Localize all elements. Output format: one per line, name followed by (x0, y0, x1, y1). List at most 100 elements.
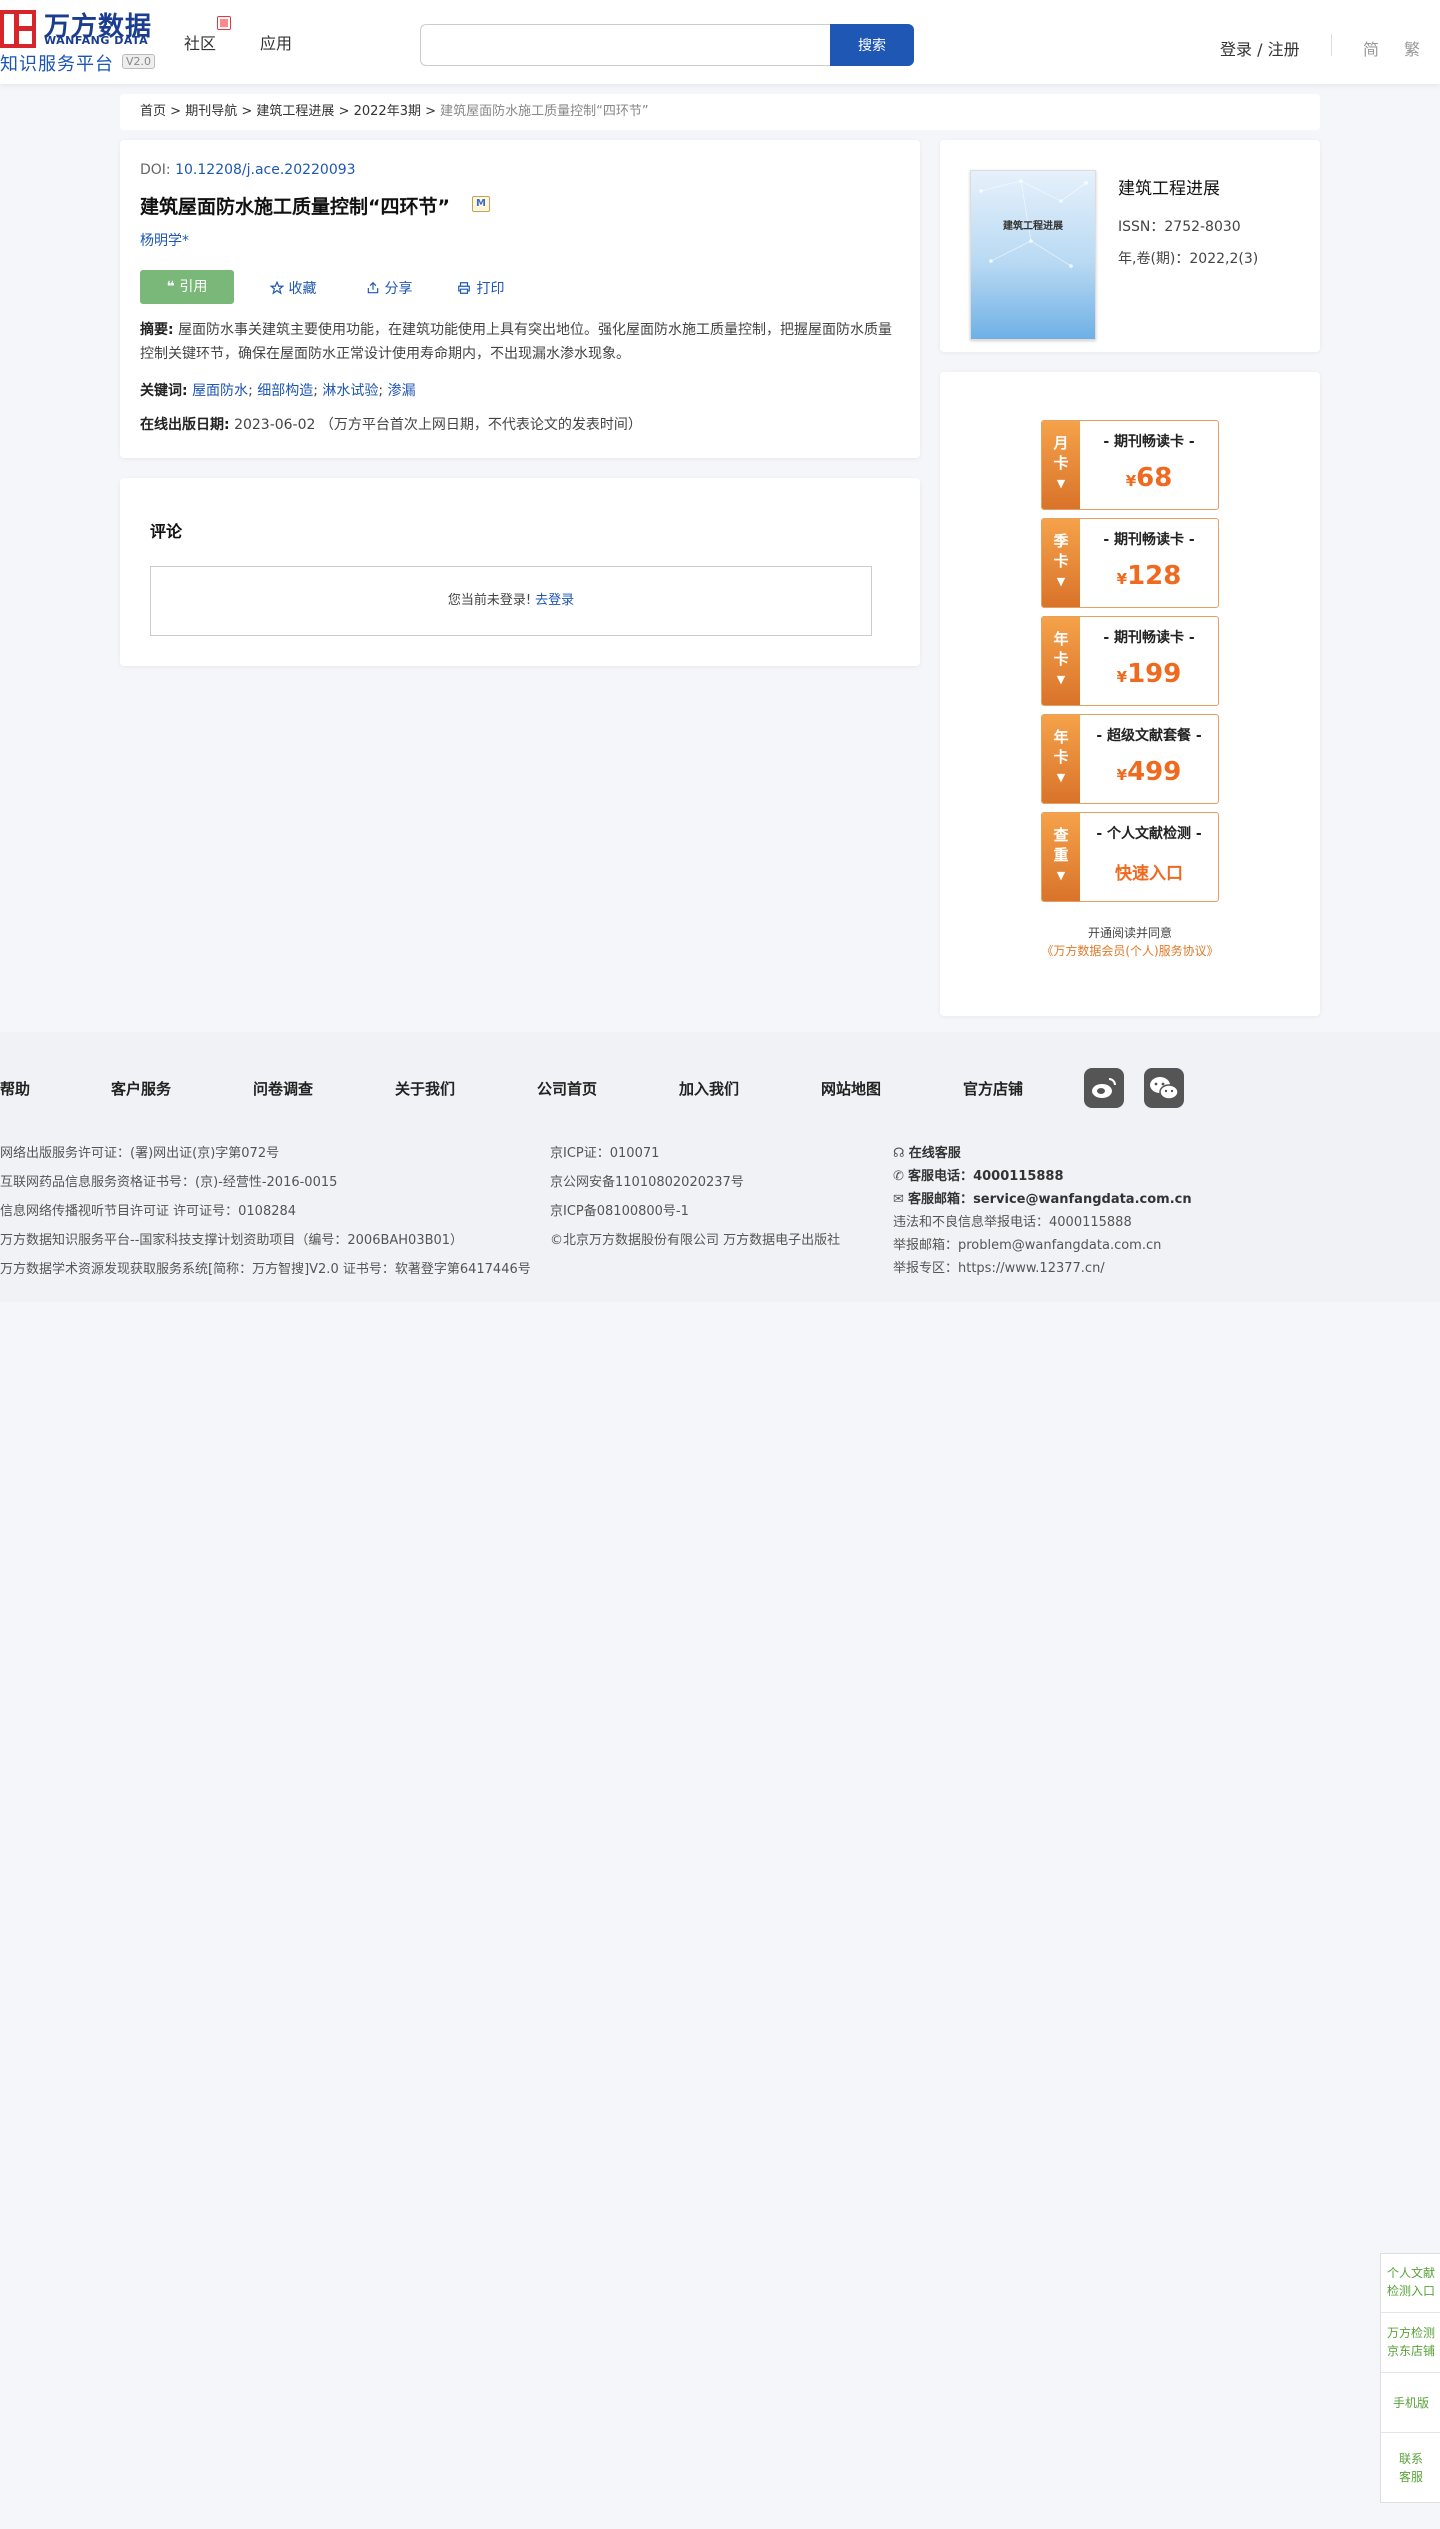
license-text: 万方数据学术资源发现获取服务系统[简称：万方智搜]V2.0 证书号：软著登字第6… (0, 1262, 531, 1277)
star-icon (269, 280, 285, 295)
price-value: 68 (1136, 463, 1173, 493)
breadcrumb-current: 建筑屋面防水施工质量控制“四环节” (440, 104, 649, 119)
keyword-sep: ; (248, 383, 253, 399)
card-side: 年卡 ▼ (1042, 617, 1080, 705)
float-label-line: 检测入口 (1386, 2284, 1435, 2298)
card-name: - 期刊畅读卡 - (1103, 630, 1195, 646)
footer-link-about[interactable]: 关于我们 (395, 1078, 455, 1099)
lang-traditional[interactable]: 繁 (1404, 36, 1420, 60)
doi-label: DOI: (140, 162, 171, 178)
card-price: ¥68 (1080, 463, 1218, 493)
icp-record-link[interactable]: 京ICP备08100800号-1 (550, 1200, 689, 1219)
card-name: - 期刊畅读卡 - (1103, 434, 1195, 450)
float-label-line: 万方检测 (1386, 2326, 1435, 2340)
author-link[interactable]: 杨明学* (140, 230, 189, 250)
card-super-package[interactable]: 年卡 ▼ - 超级文献套餐 - ¥499 (1041, 714, 1219, 804)
footer-link-service[interactable]: 客户服务 (111, 1078, 171, 1099)
card-side-label: 季卡 (1053, 532, 1069, 570)
currency-symbol: ¥ (1116, 766, 1128, 784)
wanfang-logo-icon (0, 10, 36, 48)
mail-icon: ✉ (893, 1192, 904, 1207)
email-label: 客服邮箱： (908, 1192, 974, 1207)
float-mobile-version[interactable]: 手机版 (1381, 2394, 1440, 2412)
footer-link-company[interactable]: 公司首页 (537, 1078, 597, 1099)
lang-simplified[interactable]: 简 (1363, 36, 1379, 60)
card-plagiarism-check[interactable]: 查重 ▼ - 个人文献检测 - 快速入口 (1041, 812, 1219, 902)
cite-button[interactable]: ❝ 引用 (140, 270, 234, 304)
footer: 帮助 客户服务 问卷调查 关于我们 公司首页 加入我们 网站地图 官方店铺 网络… (0, 1032, 1440, 1302)
float-jd-store[interactable]: 万方检测 京东店铺 (1381, 2324, 1440, 2360)
float-plagiarism-entry[interactable]: 个人文献 检测入口 (1381, 2264, 1440, 2300)
version-badge: V2.0 (122, 54, 156, 69)
not-logged-text: 您当前未登录! (447, 593, 532, 608)
quick-entry: 快速入口 (1115, 864, 1183, 884)
membership-panel: 月卡 ▼ - 期刊畅读卡 - ¥68 季卡 ▼ - 期刊畅读卡 - ¥128 年卡 ▼… (940, 372, 1320, 1016)
breadcrumb-separator: > (338, 104, 350, 119)
float-divider (1381, 2432, 1440, 2433)
keyword-link[interactable]: 屋面防水 (192, 383, 248, 399)
comment-panel: 评论 您当前未登录! 去登录 (120, 478, 920, 666)
card-price: ¥499 (1080, 757, 1218, 787)
search-input[interactable] (420, 24, 830, 66)
top-header: 万方数据 WANFANG DATA 知识服务平台 V2.0 社区 应用 搜索 登… (0, 0, 1440, 84)
doi-link[interactable]: 10.12208/j.ace.20220093 (175, 162, 355, 178)
card-name: - 超级文献套餐 - (1096, 728, 1202, 744)
footer-link-sitemap[interactable]: 网站地图 (821, 1078, 881, 1099)
journal-volume: 年,卷(期)：2022,2(3) (1118, 251, 1259, 267)
float-contact-service[interactable]: 联系 客服 (1381, 2450, 1440, 2486)
journal-name[interactable]: 建筑工程进展 (1118, 174, 1220, 199)
footer-link-join[interactable]: 加入我们 (679, 1078, 739, 1099)
search-button[interactable]: 搜索 (830, 24, 914, 66)
agreement-link[interactable]: 《万方数据会员(个人)服务协议》 (940, 942, 1320, 959)
nav-community[interactable]: 社区 (184, 30, 216, 54)
keyword-link[interactable]: 渗漏 (388, 383, 416, 399)
footer-link-survey[interactable]: 问卷调查 (253, 1078, 313, 1099)
breadcrumb: 首页 > 期刊导航 > 建筑工程进展 > 2022年3期 > 建筑屋面防水施工质… (120, 94, 1320, 130)
print-button[interactable]: 打印 (456, 278, 504, 298)
favorite-button[interactable]: 收藏 (269, 278, 317, 298)
footer-link-store[interactable]: 官方店铺 (963, 1078, 1023, 1099)
card-side: 季卡 ▼ (1042, 519, 1080, 607)
keyword-link[interactable]: 淋水试验 (322, 383, 378, 399)
go-login-link[interactable]: 去登录 (535, 593, 574, 608)
floating-sidebar: 个人文献 检测入口 万方检测 京东店铺 手机版 联系 客服 (1380, 2253, 1440, 2503)
float-label-line: 京东店铺 (1386, 2344, 1435, 2358)
online-service-link[interactable]: ☊ 在线客服 (893, 1142, 961, 1161)
card-name: - 个人文献检测 - (1096, 826, 1202, 842)
wanfang-logo[interactable]: 万方数据 WANFANG DATA 知识服务平台 V2.0 (0, 6, 160, 75)
double-arrow-down-icon: ▼ (1056, 771, 1066, 784)
breadcrumb-journals[interactable]: 期刊导航 (185, 104, 237, 119)
weibo-icon[interactable] (1084, 1068, 1124, 1108)
email-value: service@wanfangdata.com.cn (973, 1192, 1192, 1207)
metadata-icon[interactable]: M (472, 196, 490, 212)
login-register-link[interactable]: 登录 / 注册 (1220, 36, 1300, 60)
nav-apps[interactable]: 应用 (260, 30, 292, 54)
float-divider (1381, 2312, 1440, 2313)
float-label-line: 联系 (1398, 2452, 1423, 2466)
report-zone-link[interactable]: 举报专区：https://www.12377.cn/ (893, 1257, 1105, 1276)
footer-link-help[interactable]: 帮助 (0, 1078, 30, 1099)
card-yearly[interactable]: 年卡 ▼ - 期刊畅读卡 - ¥199 (1041, 616, 1219, 706)
license-text: 万方数据知识服务平台--国家科技支撑计划资助项目（编号：2006BAH03B01… (0, 1233, 464, 1248)
journal-cover[interactable]: 建筑工程进展 (970, 170, 1096, 340)
icp-link[interactable]: 京ICP证：010071 (550, 1142, 659, 1161)
card-quarterly[interactable]: 季卡 ▼ - 期刊畅读卡 - ¥128 (1041, 518, 1219, 608)
card-price: ¥128 (1080, 561, 1218, 591)
abstract-text: 屋面防水事关建筑主要使用功能，在建筑功能使用上具有突出地位。强化屋面防水施工质量… (140, 322, 893, 362)
breadcrumb-home[interactable]: 首页 (140, 104, 166, 119)
wechat-icon[interactable] (1144, 1068, 1184, 1108)
keyword-link[interactable]: 细部构造 (257, 383, 313, 399)
article-title: 建筑屋面防水施工质量控制“四环节” (140, 196, 450, 218)
card-name: - 期刊畅读卡 - (1103, 532, 1195, 548)
breadcrumb-issue[interactable]: 2022年3期 (354, 104, 421, 119)
share-button[interactable]: 分享 (366, 278, 412, 298)
card-monthly[interactable]: 月卡 ▼ - 期刊畅读卡 - ¥68 (1041, 420, 1219, 510)
currency-symbol: ¥ (1125, 472, 1137, 490)
keyword-sep: ; (313, 383, 318, 399)
breadcrumb-journal[interactable]: 建筑工程进展 (256, 104, 334, 119)
favorite-label: 收藏 (288, 281, 317, 297)
police-record-link[interactable]: 京公网安备11010802020237号 (550, 1171, 744, 1190)
agreement-text: 开通阅读并同意 (1087, 926, 1172, 940)
phone-value: 4000115888 (973, 1169, 1064, 1184)
breadcrumb-separator: > (241, 104, 253, 119)
